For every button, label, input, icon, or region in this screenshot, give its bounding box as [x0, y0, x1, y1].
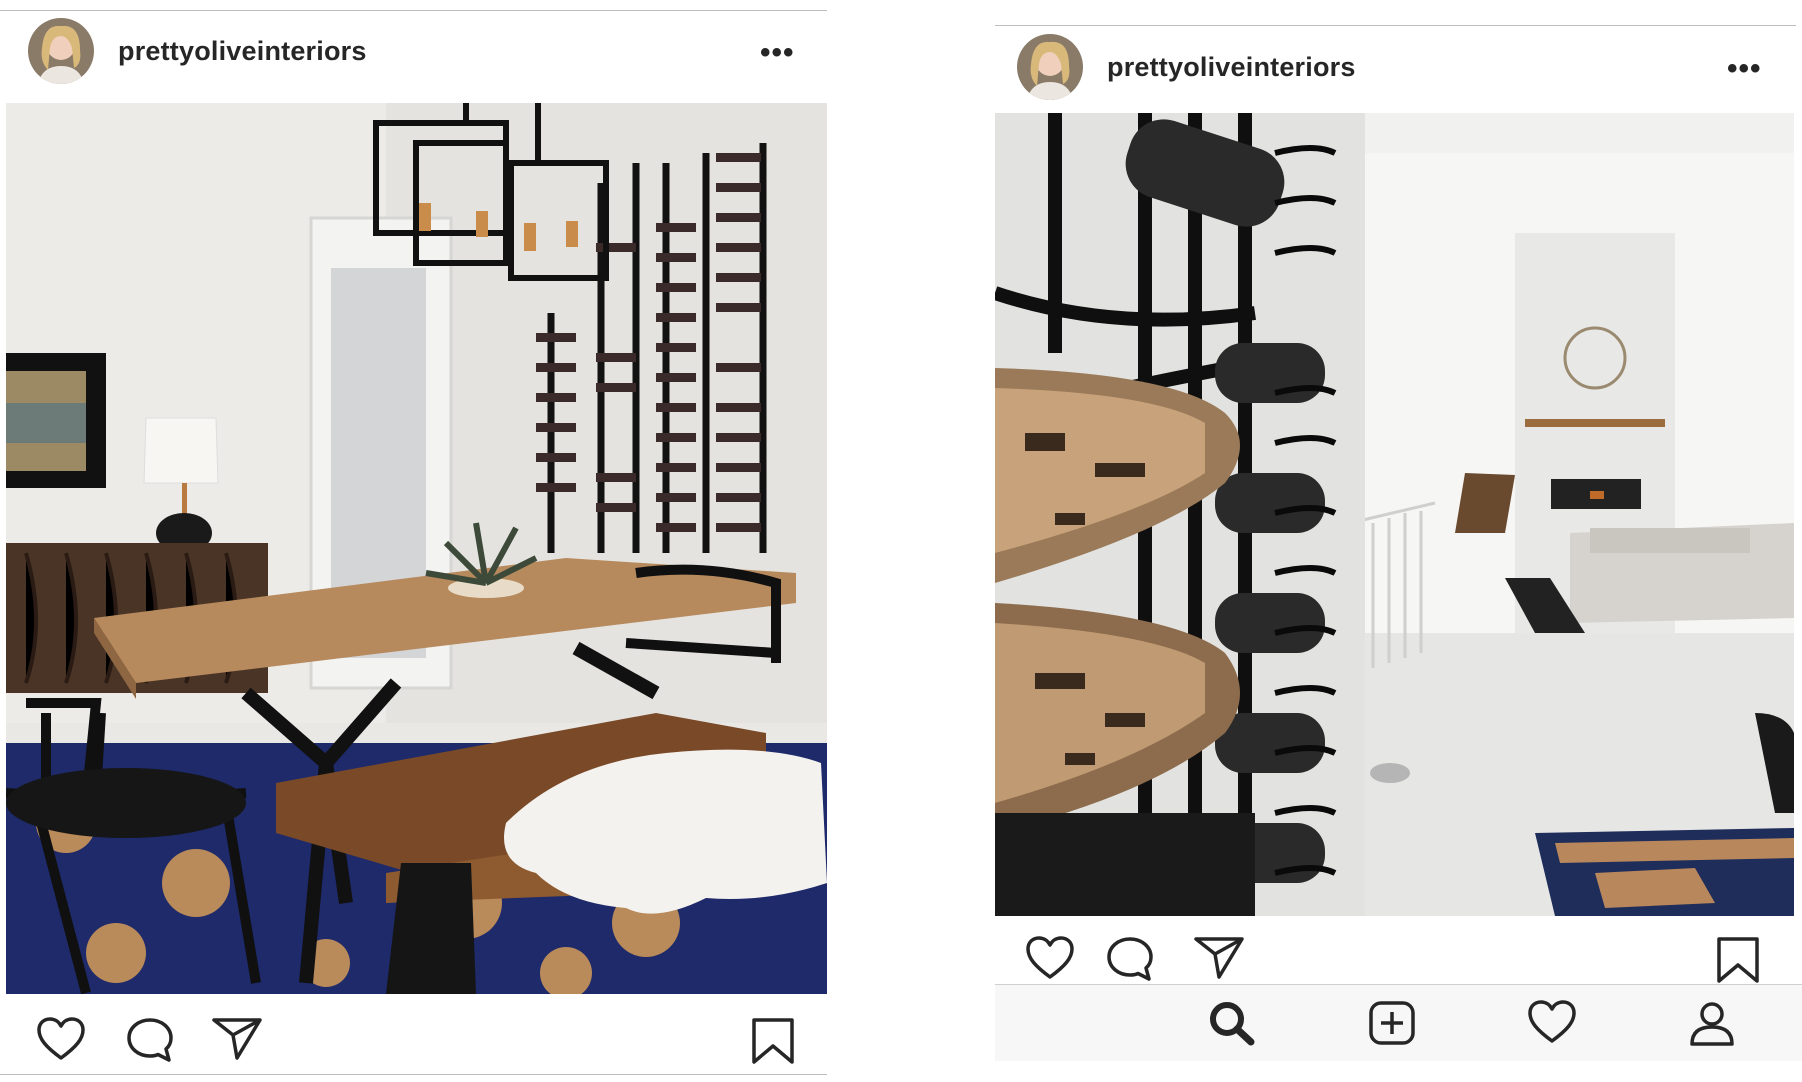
- post-photo[interactable]: [995, 113, 1794, 916]
- post-header: prettyoliveinteriors: [28, 18, 835, 84]
- search-icon[interactable]: [1207, 999, 1257, 1047]
- share-icon[interactable]: [1193, 935, 1245, 981]
- bookmark-icon[interactable]: [1715, 935, 1761, 985]
- more-options-icon[interactable]: •••: [1727, 54, 1762, 84]
- add-post-icon[interactable]: [1367, 999, 1417, 1047]
- dining-room-wine-wall-photo: [6, 103, 827, 994]
- activity-heart-icon[interactable]: [1527, 999, 1577, 1045]
- avatar[interactable]: [1017, 34, 1083, 100]
- heart-icon[interactable]: [36, 1016, 86, 1062]
- heart-icon[interactable]: [1025, 935, 1075, 981]
- post-header: prettyoliveinteriors: [1017, 34, 1802, 100]
- post-card-left: prettyoliveinteriors •••: [0, 0, 835, 1082]
- username[interactable]: prettyoliveinteriors: [1107, 52, 1356, 83]
- username[interactable]: prettyoliveinteriors: [118, 36, 367, 67]
- bottom-tab-bar: [995, 984, 1802, 1061]
- comment-icon[interactable]: [125, 1016, 175, 1064]
- post-card-right: prettyoliveinteriors •••: [995, 0, 1802, 1082]
- bookmark-icon[interactable]: [750, 1016, 796, 1066]
- profile-icon[interactable]: [1687, 999, 1737, 1047]
- post-top-divider: [0, 10, 827, 11]
- share-icon[interactable]: [211, 1016, 263, 1062]
- post-top-divider: [995, 25, 1796, 26]
- post-bottom-divider: [0, 1074, 827, 1075]
- post-photo[interactable]: [6, 103, 827, 994]
- comment-icon[interactable]: [1105, 935, 1155, 983]
- wine-rack-closeup-photo: [995, 113, 1794, 916]
- avatar[interactable]: [28, 18, 94, 84]
- more-options-icon[interactable]: •••: [760, 38, 795, 68]
